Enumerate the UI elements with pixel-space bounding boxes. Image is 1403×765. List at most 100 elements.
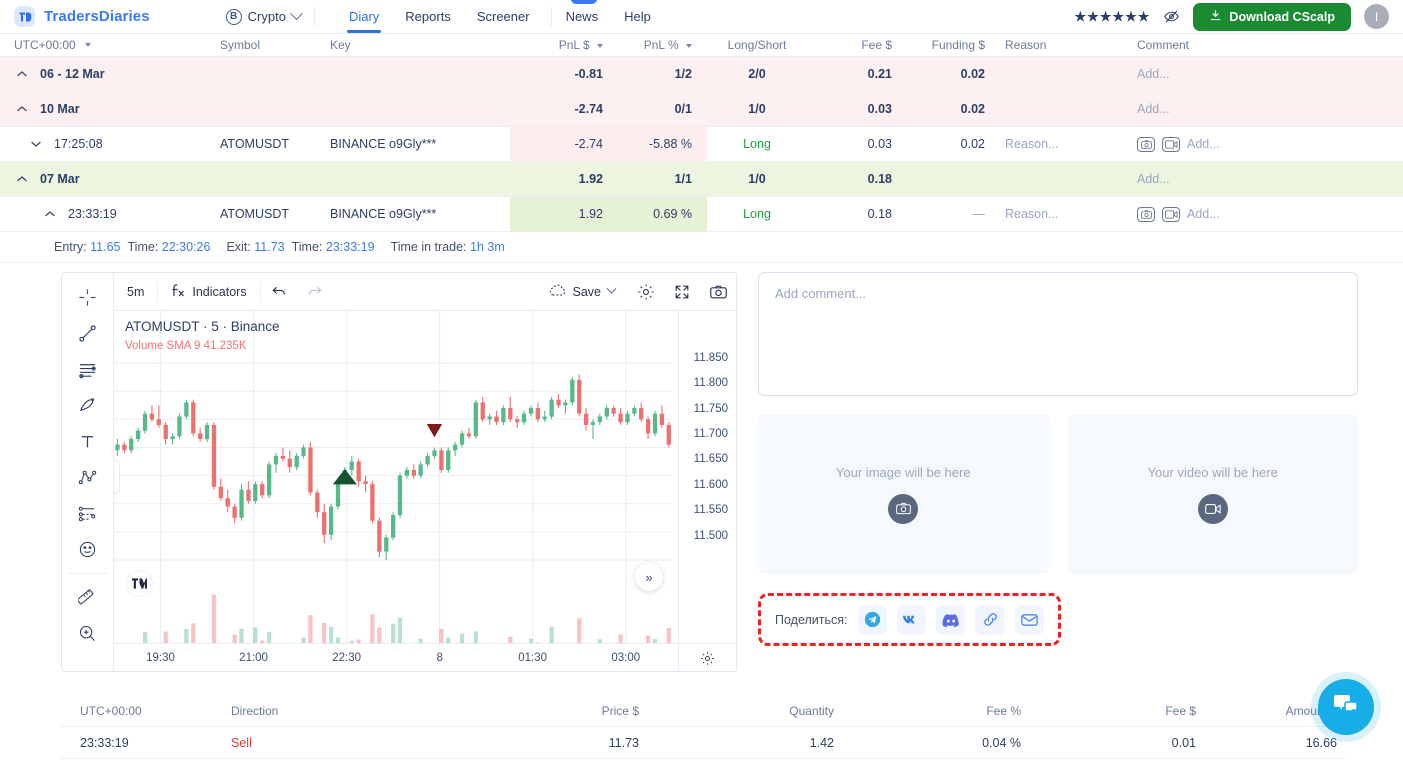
column-header-pnl-pct[interactable]: PnL %	[615, 38, 707, 52]
menu-item-reports[interactable]: Reports	[404, 2, 452, 32]
brush-icon[interactable]	[70, 389, 106, 422]
camera-icon[interactable]	[1137, 206, 1155, 222]
chart-plot-area[interactable]: ATOMUSDT · 5 · Binance Volume SMA 9 41.2…	[114, 311, 736, 643]
zoom-in-icon[interactable]	[70, 617, 106, 650]
chart-time-axis[interactable]: 19:30 21:00 22:30 8 01:30 03:00	[114, 643, 736, 672]
redo-icon[interactable]	[297, 273, 333, 311]
screenshot-camera-icon[interactable]	[700, 273, 736, 311]
chevron-up-icon[interactable]	[14, 101, 30, 117]
undo-icon[interactable]	[261, 273, 297, 311]
table-row-day-group-green[interactable]: 07 Mar 1.92 1/1 1/0 0.18 Add...	[0, 162, 1403, 197]
news-new-badge: New	[570, 0, 598, 5]
brand-logo-area[interactable]: TradersDiaries	[14, 6, 150, 27]
week-group-time-cell: 06 - 12 Mar	[0, 66, 220, 82]
chevron-down-icon[interactable]	[28, 136, 44, 152]
function-icon	[171, 283, 185, 301]
price-tick: 11.800	[693, 377, 728, 390]
menu-item-news[interactable]: New News	[565, 0, 600, 32]
summary-exit-time: Time: 23:33:19	[292, 240, 375, 254]
fast-forward-icon[interactable]: »	[635, 563, 663, 591]
chevron-up-icon[interactable]	[14, 66, 30, 82]
week-group-comment[interactable]: Add...	[1127, 67, 1403, 81]
collapse-panel-handle[interactable]: ‹	[114, 460, 120, 494]
day-green-comment[interactable]: Add...	[1127, 172, 1403, 186]
gear-icon[interactable]	[628, 273, 664, 311]
measure-icon[interactable]	[70, 581, 106, 614]
menu-item-diary[interactable]: Diary	[346, 2, 382, 33]
week-group-long-short: 2/0	[748, 67, 766, 81]
eye-off-icon[interactable]	[1163, 8, 1180, 25]
price-tick: 11.500	[693, 529, 728, 542]
day-green-label: 07 Mar	[40, 172, 80, 186]
video-icon[interactable]	[1162, 206, 1180, 222]
download-cscalp-button[interactable]: Download CScalp	[1193, 2, 1351, 31]
trade2-funding: —	[972, 207, 986, 221]
top-navigation-bar: TradersDiaries B Crypto Diary Reports Sc…	[0, 0, 1403, 34]
vk-icon[interactable]	[896, 604, 927, 635]
menu-item-help[interactable]: Help	[623, 2, 652, 32]
table-row-week-group[interactable]: 06 - 12 Mar -0.81 1/2 2/0 0.21 0.02 Add.…	[0, 57, 1403, 92]
emoji-icon[interactable]	[70, 533, 106, 566]
fullscreen-icon[interactable]	[664, 273, 700, 311]
trend-line-icon[interactable]	[70, 317, 106, 350]
day-green-pnl-usd: 1.92	[578, 172, 603, 186]
bitcoin-icon: B	[225, 8, 242, 25]
order-quantity: 1.42	[809, 735, 834, 750]
discord-icon[interactable]	[936, 604, 966, 635]
crosshair-icon[interactable]	[70, 281, 106, 314]
trade2-time-cell: 23:33:19	[0, 206, 220, 222]
telegram-icon[interactable]	[857, 604, 887, 635]
chevron-up-icon[interactable]	[14, 171, 30, 187]
tradingview-logo-icon[interactable]	[126, 570, 153, 597]
summary-exit: Exit: 11.73	[226, 240, 284, 254]
forecast-icon[interactable]	[70, 497, 106, 530]
chart-indicators-label: Indicators	[192, 284, 247, 299]
trade2-comment-add[interactable]: Add...	[1187, 207, 1220, 221]
price-tick: 11.700	[693, 428, 728, 441]
market-selector[interactable]: B Crypto	[225, 7, 303, 25]
chart-toolbar: 5m Indicators Save	[114, 273, 736, 311]
column-header-time[interactable]: UTC+00:00	[0, 38, 220, 52]
day-group-comment[interactable]: Add...	[1127, 102, 1403, 116]
chart-indicators-button[interactable]: Indicators	[158, 273, 259, 311]
trade-comment-add[interactable]: Add...	[1187, 137, 1220, 151]
pattern-icon[interactable]	[70, 461, 106, 494]
camera-icon[interactable]	[888, 493, 919, 524]
image-upload-area[interactable]: Your image will be here	[758, 414, 1049, 574]
text-icon[interactable]	[70, 425, 106, 458]
summary-entry-time: Time: 22:30:26	[128, 240, 211, 254]
day-group-long-short: 1/0	[748, 102, 766, 116]
trade-key: BINANCE o9Gly***	[330, 137, 437, 151]
orders-table-row[interactable]: 23:33:19 Sell 11.73 1.42 0.04 % 0.01 16.…	[61, 727, 1346, 759]
comment-placeholder: Add comment...	[775, 286, 867, 301]
menu-item-screener[interactable]: Screener	[476, 2, 531, 32]
chevron-up-icon[interactable]	[42, 206, 58, 222]
nav-divider-left	[313, 7, 315, 26]
video-icon[interactable]	[1197, 493, 1228, 524]
table-row-trade-expanded[interactable]: 23:33:19 ATOMUSDT BINANCE o9Gly*** 1.92 …	[0, 196, 1403, 232]
trade2-reason[interactable]: Reason...	[997, 207, 1127, 221]
avatar[interactable]: I	[1364, 4, 1389, 29]
trade-reason[interactable]: Reason...	[997, 137, 1127, 151]
video-upload-area[interactable]: Your video will be here	[1067, 414, 1358, 574]
horizontal-lines-icon[interactable]	[70, 353, 106, 386]
menu-label-reports: Reports	[405, 8, 451, 24]
table-row-day-group[interactable]: 10 Mar -2.74 0/1 1/0 0.03 0.02 Add...	[0, 92, 1403, 127]
day-group-funding: 0.02	[960, 102, 985, 116]
email-icon[interactable]	[1014, 604, 1044, 635]
camera-icon[interactable]	[1137, 136, 1155, 152]
link-icon[interactable]	[975, 604, 1005, 635]
trades-table: UTC+00:00 Symbol Key PnL $ PnL % Long/Sh…	[0, 34, 1403, 232]
comment-input[interactable]: Add comment...	[758, 272, 1358, 396]
chart-price-axis[interactable]: 11.850 11.800 11.750 11.700 11.650 11.600 11.5…	[678, 311, 736, 643]
chart-interval-button[interactable]: 5m	[114, 273, 157, 311]
table-row-trade[interactable]: 17:25:08 ATOMUSDT BINANCE o9Gly*** -2.74…	[0, 126, 1403, 162]
chart-save-button[interactable]: Save	[536, 273, 629, 311]
video-icon[interactable]	[1162, 136, 1180, 152]
trade-summary-bar: Entry: 11.65 Time: 22:30:26 Exit: 11.73 …	[0, 232, 1403, 263]
column-header-pnl-usd[interactable]: PnL $	[510, 38, 615, 52]
chat-support-button[interactable]	[1318, 679, 1374, 735]
orders-column-time: UTC+00:00	[80, 704, 142, 718]
time-tick: 19:30	[146, 651, 175, 664]
chart-settings-gear-icon[interactable]	[678, 644, 736, 672]
